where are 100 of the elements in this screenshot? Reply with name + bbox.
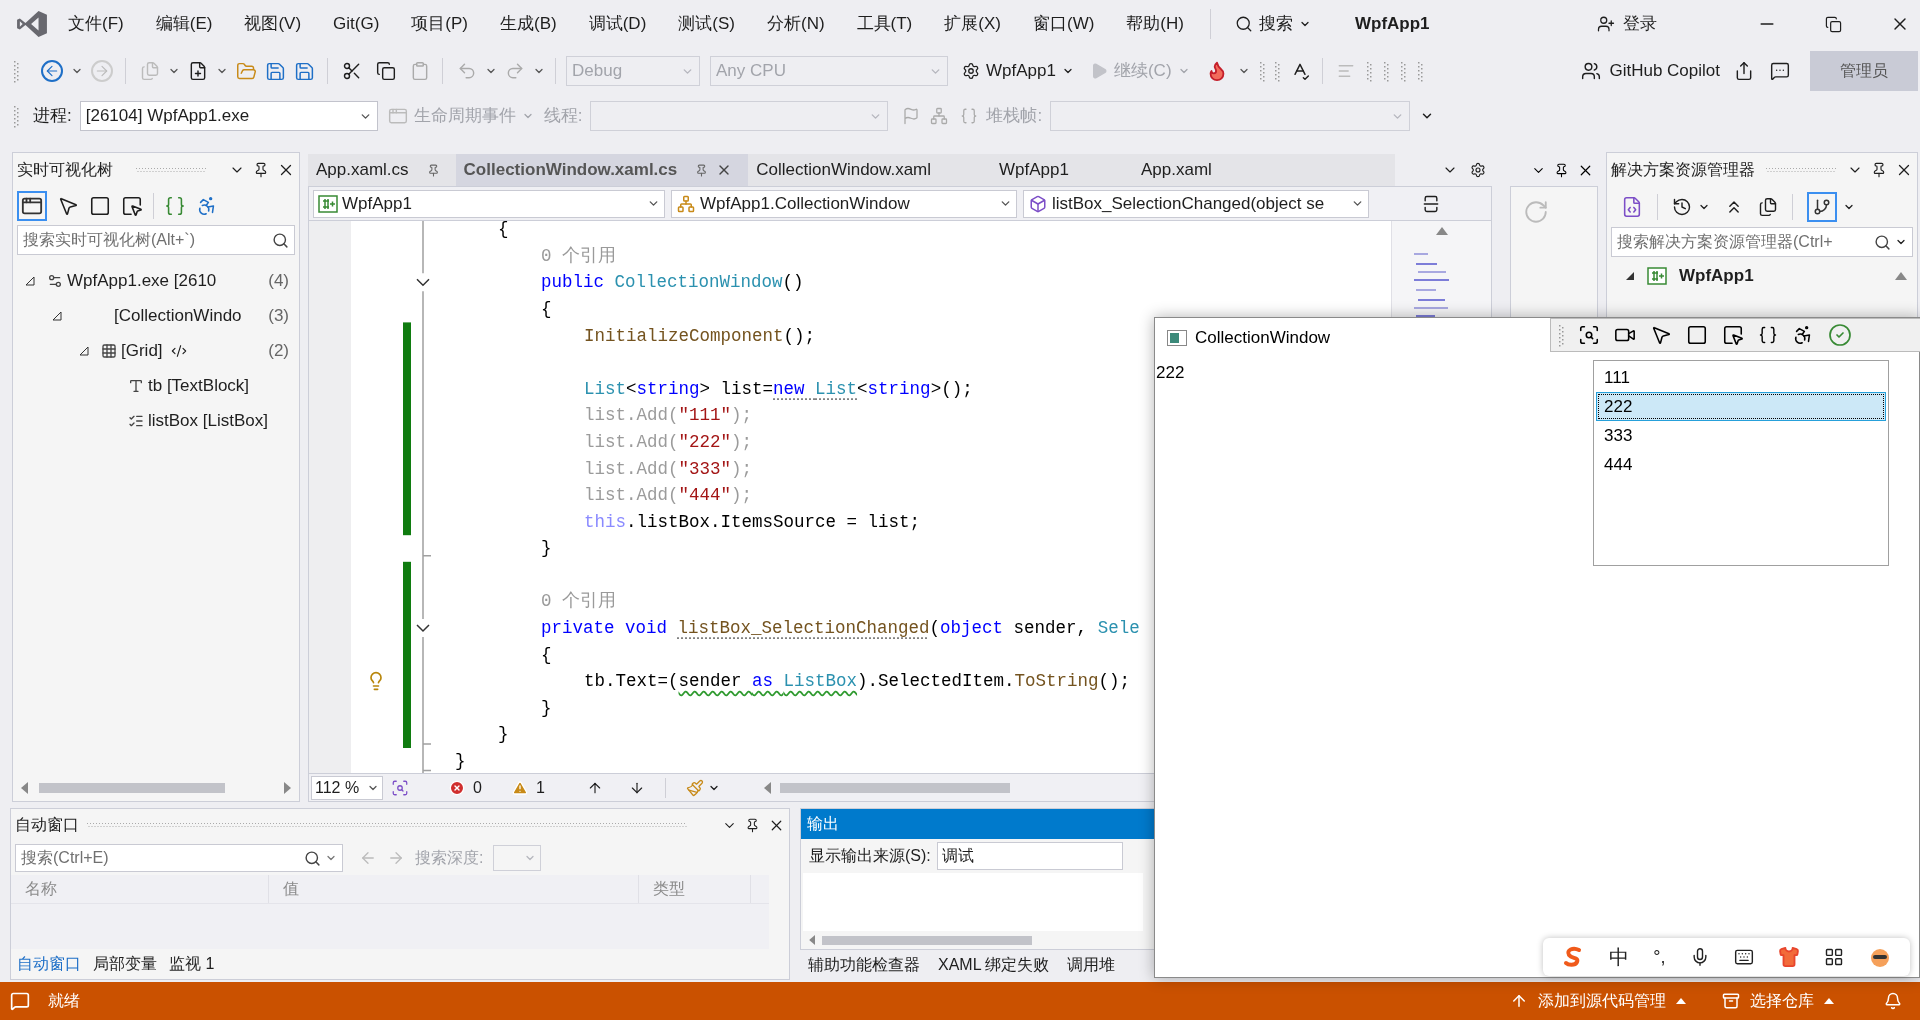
output-source-dropdown[interactable]: 调试 (936, 842, 1123, 870)
search-button[interactable]: 搜索 (1234, 11, 1311, 37)
grip-icon[interactable] (1259, 60, 1265, 82)
tree-item[interactable]: WpfApp1 (1679, 263, 1754, 289)
copilot-button[interactable]: GitHub Copilot (1581, 58, 1720, 84)
select-element-icon[interactable] (57, 195, 79, 217)
grip-icon[interactable] (1417, 60, 1423, 82)
menu-item[interactable]: Git(G) (333, 11, 380, 37)
zoom-dropdown[interactable]: 112 % (311, 775, 383, 800)
grip-icon[interactable] (1559, 323, 1564, 347)
logo-icon[interactable] (16, 10, 48, 38)
scrollbar-thumb[interactable] (822, 935, 1032, 945)
scroll-left-icon[interactable] (763, 781, 772, 794)
grid-icon[interactable] (1823, 947, 1844, 967)
expand-arrow-icon[interactable] (79, 345, 89, 356)
grip-icon[interactable] (14, 104, 19, 128)
menu-item[interactable]: 分析(N) (766, 11, 825, 37)
search-input[interactable]: 搜索(Ctrl+E) (21, 846, 300, 870)
editor-tab[interactable]: App.xaml.cs (308, 154, 456, 186)
gear-icon[interactable] (962, 62, 980, 80)
editor-tab[interactable]: App.xaml (1132, 154, 1228, 186)
select-element-icon[interactable] (1650, 324, 1672, 346)
save-icon[interactable] (265, 60, 286, 82)
search-icon[interactable] (272, 231, 289, 249)
scroll-up-icon[interactable] (1895, 272, 1907, 280)
code-brackets-icon[interactable] (170, 342, 187, 359)
menu-item[interactable]: 工具(T) (856, 11, 913, 37)
user-add-icon[interactable] (1597, 15, 1615, 33)
adorner-icon[interactable] (1686, 324, 1708, 346)
search-icon[interactable] (1874, 233, 1891, 251)
track-focus-icon[interactable] (121, 195, 143, 217)
process-dropdown[interactable]: [26104] WpfApp1.exe (79, 101, 378, 131)
list-item[interactable]: 333 (1596, 421, 1886, 450)
split-icon[interactable] (1421, 193, 1441, 214)
history-icon[interactable] (1672, 197, 1692, 217)
copy-icon[interactable] (376, 61, 396, 81)
menu-item[interactable]: 视图(V) (244, 11, 302, 37)
tree-item[interactable]: listBox [ListBox] (148, 407, 268, 434)
copilot-icon[interactable] (1581, 61, 1602, 81)
new-file-icon[interactable] (188, 61, 208, 81)
warning-count[interactable]: 1 (511, 775, 545, 800)
show-all-files-icon[interactable] (1758, 197, 1778, 217)
binding-icon[interactable] (1758, 325, 1778, 345)
menu-item[interactable]: 编辑(E) (155, 11, 213, 37)
navigation-dropdown[interactable]: WpfApp1.CollectionWindow (671, 189, 1017, 218)
list-item[interactable]: 444 (1596, 450, 1886, 479)
tree-view-button[interactable] (1807, 192, 1837, 222)
grip-icon[interactable] (1366, 60, 1372, 82)
search-field[interactable]: 搜索解决方案资源管理器(Ctrl+ (1611, 227, 1913, 257)
item-list[interactable]: 111 222 333 444 (1593, 360, 1889, 566)
menu-item[interactable]: 扩展(X) (944, 11, 1001, 37)
code-cleanup-icon[interactable] (391, 778, 409, 797)
tree-item[interactable]: WpfApp1.exe [2610 (67, 267, 217, 294)
search-field[interactable]: 搜索实时可视化树(Alt+`) (17, 225, 295, 255)
tree-item[interactable]: [Grid] (121, 337, 163, 364)
panel-tab[interactable]: 监视 1 (163, 949, 221, 979)
expand-arrow-icon[interactable] (52, 310, 62, 321)
track-focus-icon[interactable] (1722, 324, 1744, 346)
cut-icon[interactable] (342, 61, 362, 81)
panel-tab[interactable]: 辅助功能检查器 (808, 953, 920, 977)
menu-item[interactable]: 项目(P) (411, 11, 468, 37)
scroll-up-icon[interactable] (1435, 227, 1448, 235)
tree-item[interactable]: [CollectionWindo (114, 302, 242, 329)
login-button[interactable]: 登录 (1597, 11, 1657, 37)
restore-icon[interactable] (1825, 15, 1842, 33)
source-control-button[interactable]: 添加到源代码管理 (1510, 989, 1686, 1013)
panel-tab[interactable]: XAML 绑定失败 (938, 953, 1050, 977)
settings-icon[interactable] (1470, 162, 1486, 178)
expand-arrow-icon[interactable] (1625, 271, 1635, 281)
tree-item[interactable]: tb [TextBlock] (148, 372, 250, 399)
menu-item[interactable]: 调试(D) (588, 11, 647, 37)
inspect-icon[interactable] (1578, 324, 1600, 346)
navigation-dropdown[interactable]: listBox_SelectionChanged(object se (1023, 189, 1369, 218)
scrollbar-thumb[interactable] (39, 783, 225, 793)
grip-icon[interactable] (1383, 60, 1389, 82)
menu-item[interactable]: 测试(S) (678, 11, 735, 37)
error-count[interactable]: 0 (449, 775, 482, 800)
menu-item[interactable]: 帮助(H) (1126, 11, 1184, 37)
search-icon[interactable] (1234, 15, 1253, 33)
list-item[interactable]: 222 (1596, 392, 1886, 421)
panel-tab[interactable]: 局部变量 (87, 949, 163, 979)
menu-item[interactable]: 生成(B) (500, 11, 557, 37)
pin-icon[interactable] (1554, 162, 1569, 178)
repository-button[interactable]: 选择仓库 (1722, 989, 1834, 1013)
punctuation-toggle[interactable]: °, (1653, 943, 1666, 971)
adorner-icon[interactable] (89, 195, 111, 217)
keyboard-icon[interactable] (1733, 947, 1754, 967)
grip-icon[interactable] (1400, 60, 1406, 82)
pin-icon[interactable] (1871, 162, 1887, 178)
feedback-icon[interactable] (1770, 61, 1790, 81)
editor-tab[interactable]: WpfApp1 (991, 154, 1133, 186)
switch-views-icon[interactable] (1621, 196, 1643, 218)
pin-icon[interactable] (745, 817, 760, 833)
notification-icon[interactable] (10, 991, 30, 1011)
scroll-left-icon[interactable] (21, 782, 29, 794)
menu-item[interactable]: 窗口(W) (1032, 11, 1095, 37)
list-item[interactable]: 111 (1596, 363, 1886, 392)
check-icon[interactable] (1828, 323, 1852, 347)
navigation-dropdown[interactable]: WpfApp1 (313, 189, 665, 218)
menu-item[interactable]: 文件(F) (68, 11, 124, 37)
